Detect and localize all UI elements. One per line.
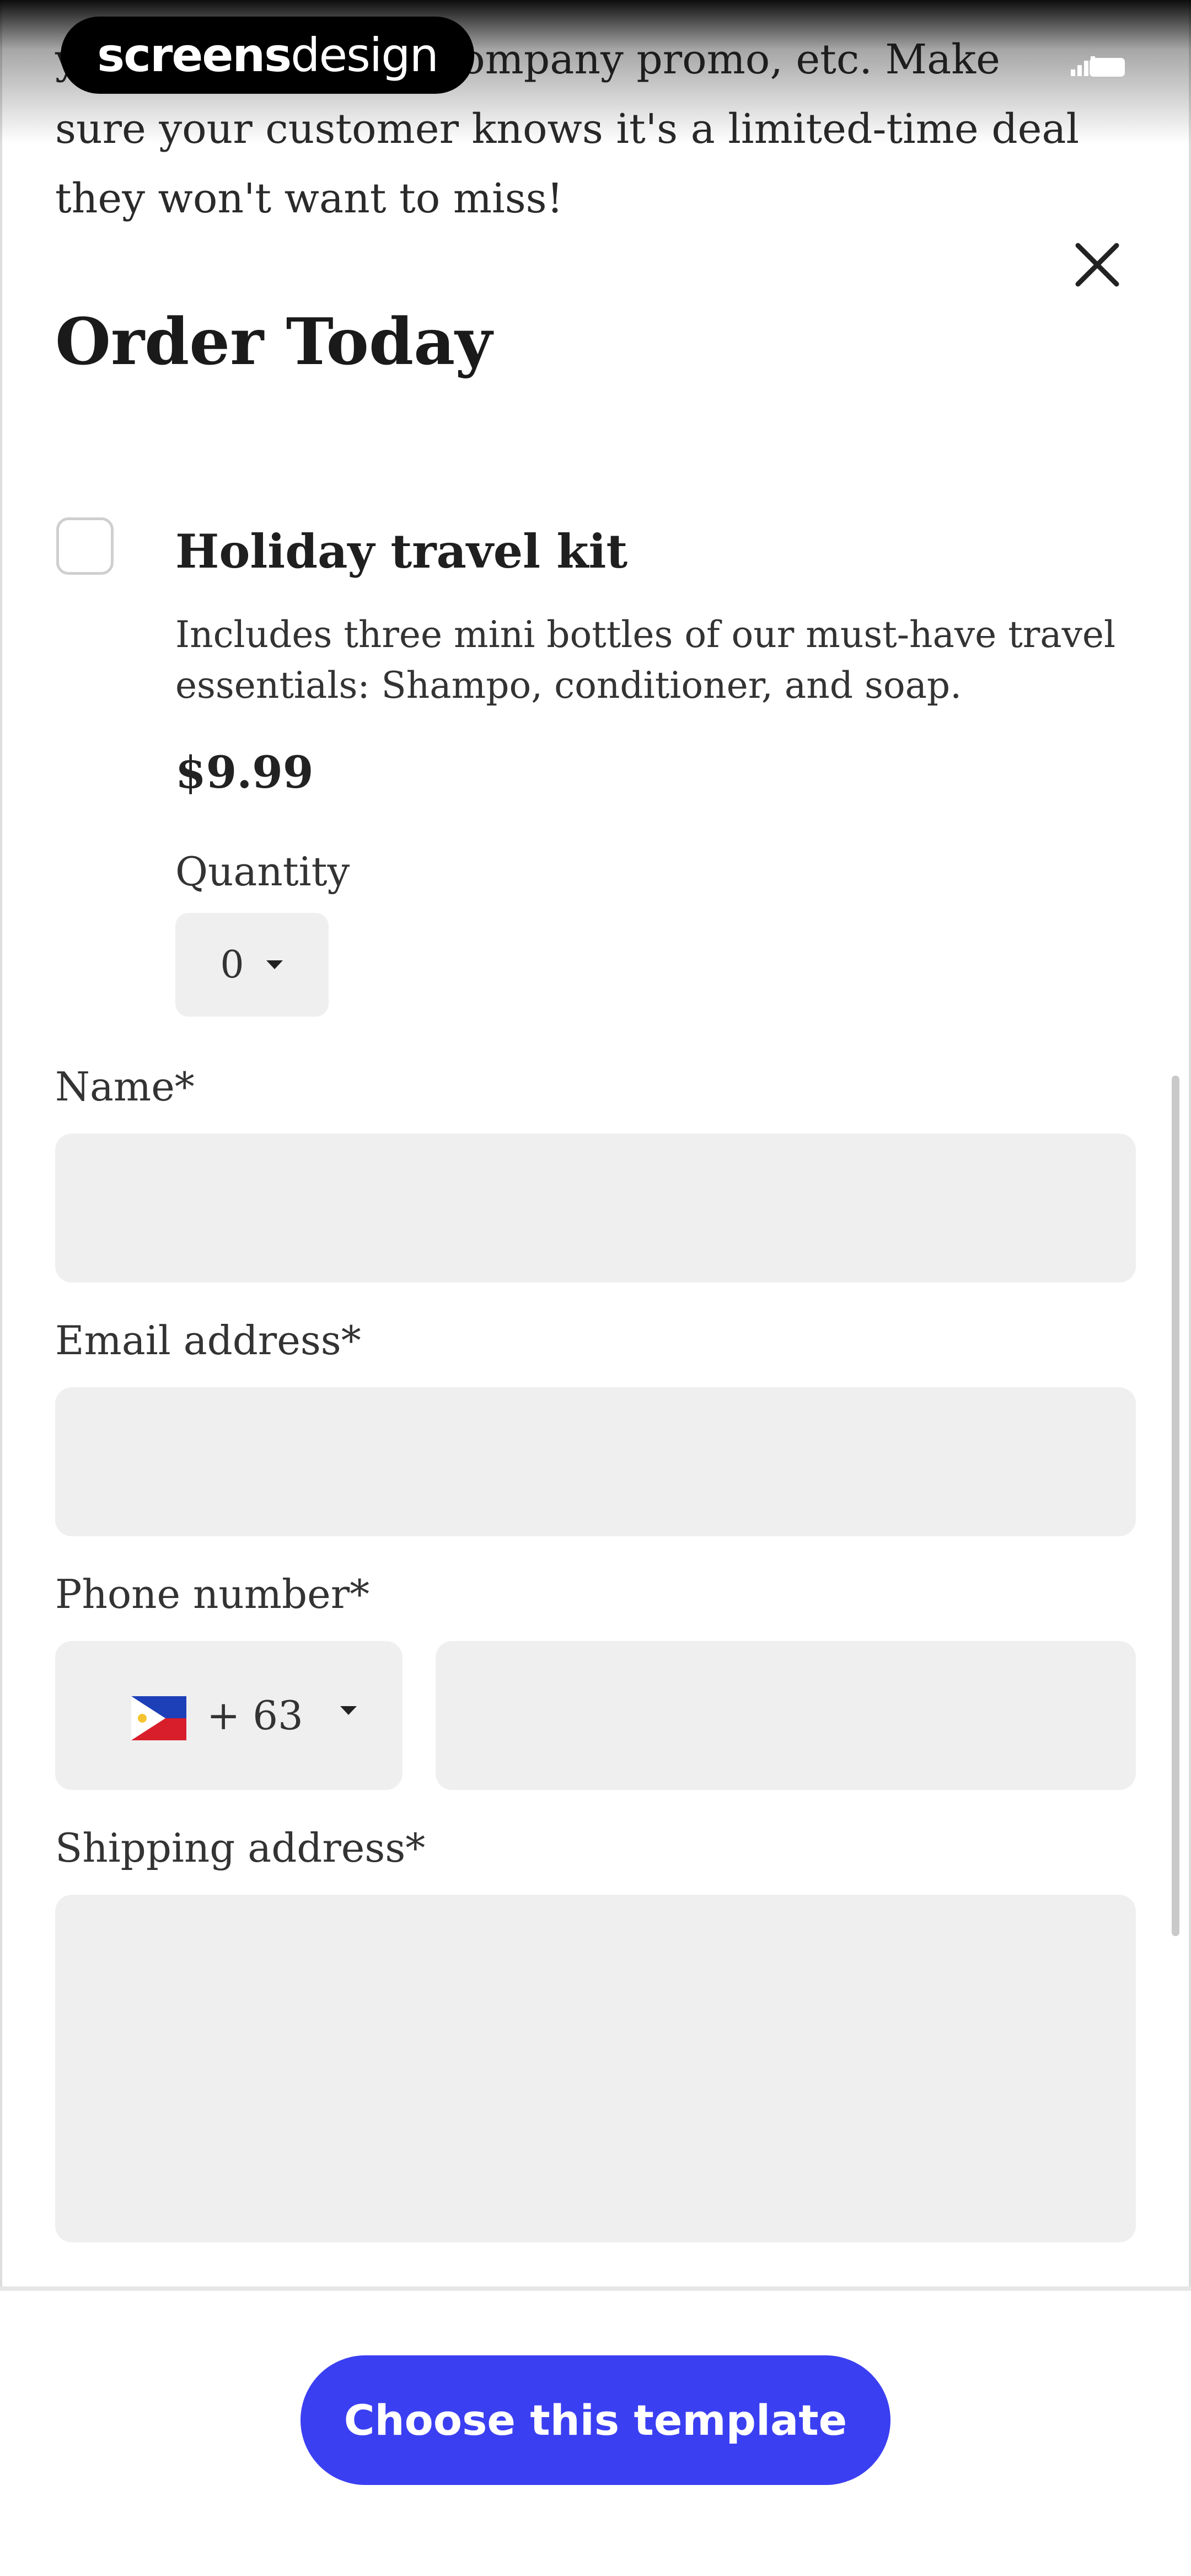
email-label: Email address* [55,1317,361,1364]
close-button[interactable] [1064,232,1130,298]
philippines-flag-icon [131,1696,186,1740]
product-checkbox[interactable] [56,517,114,575]
watermark-light: design [291,28,439,82]
phone-country-select[interactable]: + 63 [55,1641,403,1790]
caret-down-icon [266,960,283,969]
name-input[interactable] [55,1134,1136,1282]
quantity-value: 0 [220,943,244,987]
phone-number-input[interactable] [436,1641,1136,1790]
product-description: Includes three mini bottles of our must-… [175,613,1116,707]
phone-label: Phone number* [55,1571,370,1617]
shipping-address-textarea[interactable] [55,1895,1136,2242]
shipping-address-label: Shipping address* [55,1825,426,1871]
product-title: Holiday travel kit [175,524,628,579]
choose-template-button[interactable]: Choose this template [301,2355,890,2485]
email-input[interactable] [55,1387,1136,1536]
phone-country-code: + 63 [207,1692,303,1739]
battery-icon [1090,58,1125,77]
close-icon [1075,243,1119,287]
quantity-select[interactable]: 0 [175,913,329,1017]
caret-down-icon [340,1706,357,1715]
watermark-bold: screens [97,28,292,82]
name-label: Name* [55,1063,195,1110]
scrollbar[interactable] [1172,1076,1179,1936]
product-price: $9.99 [175,746,314,798]
modal-title: Order Today [55,304,492,380]
watermark-logo: screensdesign [61,17,474,94]
quantity-label: Quantity [175,848,350,895]
